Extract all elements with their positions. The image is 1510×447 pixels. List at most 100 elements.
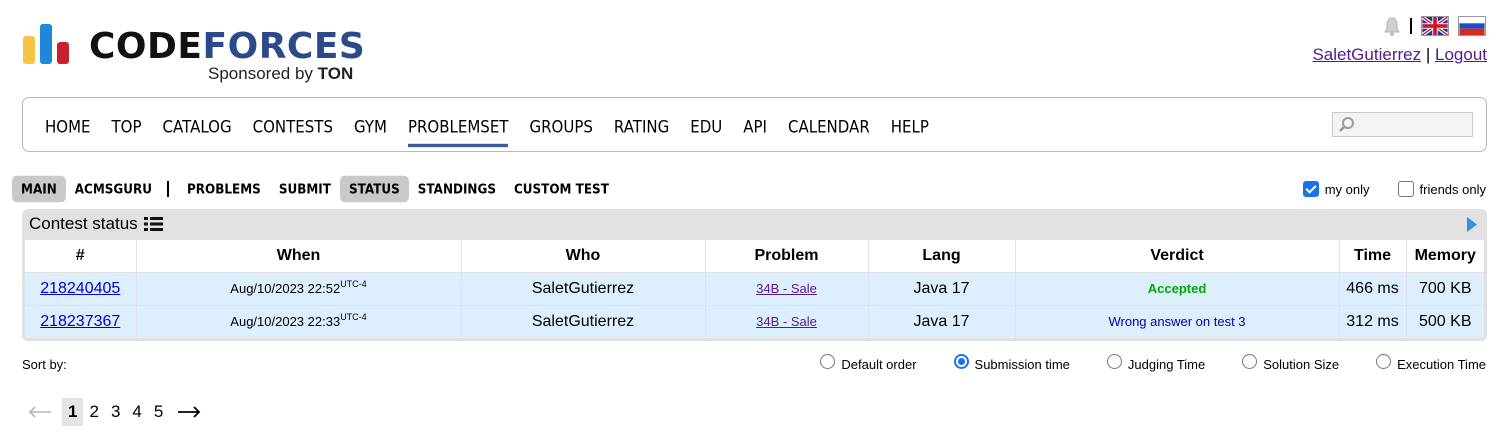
sort-default-radio[interactable] bbox=[820, 354, 836, 369]
user-links-separator: | bbox=[1425, 45, 1431, 64]
arrow-left-icon bbox=[28, 406, 51, 418]
menu-item-top[interactable]: TOP bbox=[112, 117, 142, 137]
logo-bars-icon bbox=[23, 22, 75, 64]
menu-item-catalog[interactable]: CATALOG bbox=[163, 117, 232, 137]
status-filters: my only friends only bbox=[1302, 181, 1486, 197]
submenu-problems[interactable]: PROBLEMS bbox=[178, 176, 270, 202]
sort-by-label: Sort by: bbox=[22, 357, 67, 372]
menu-item-contests[interactable]: CONTESTS bbox=[253, 117, 333, 137]
russian-flag-icon[interactable] bbox=[1458, 16, 1486, 36]
menu-item-api[interactable]: API bbox=[743, 117, 767, 137]
cell-problem: 34B - Sale bbox=[705, 305, 869, 339]
timezone-label: UTC-4 bbox=[340, 279, 367, 289]
sort-option-submission-time[interactable]: Submission time bbox=[953, 354, 1070, 372]
menu-item-edu[interactable]: EDU bbox=[690, 117, 722, 137]
english-flag-icon[interactable] bbox=[1421, 16, 1449, 36]
cell-time: 466 ms bbox=[1339, 272, 1407, 306]
username-link[interactable]: SaletGutierrez bbox=[1312, 45, 1421, 64]
timezone-label: UTC-4 bbox=[340, 312, 367, 322]
cell-who: SaletGutierrez bbox=[461, 305, 706, 339]
sort-option-default[interactable]: Default order bbox=[820, 354, 917, 372]
table-row: 218237367 Aug/10/2023 22:33UTC-4 SaletGu… bbox=[25, 305, 1484, 339]
col-header-lang: Lang bbox=[868, 240, 1016, 273]
submission-time: Aug/10/2023 22:52 bbox=[230, 281, 341, 296]
sort-judging-time-radio[interactable] bbox=[1106, 354, 1122, 369]
search-input[interactable] bbox=[1332, 112, 1473, 137]
cell-id: 218237367 bbox=[25, 305, 137, 339]
sort-option-execution-time[interactable]: Execution Time bbox=[1376, 354, 1486, 372]
menu-item-problemset[interactable]: PROBLEMSET bbox=[407, 117, 508, 148]
menu-item-calendar[interactable]: CALENDAR bbox=[788, 117, 870, 137]
list-icon[interactable] bbox=[143, 216, 163, 232]
sponsor-text: Sponsored by bbox=[208, 64, 313, 83]
col-header-memory: Memory bbox=[1406, 240, 1484, 273]
sort-solution-size-label: Solution Size bbox=[1263, 357, 1340, 372]
logo-text-forces: FORCES bbox=[202, 26, 366, 67]
submission-id-link[interactable]: 218240405 bbox=[40, 280, 120, 297]
status-table: # When Who Problem Lang Verdict Time Mem… bbox=[25, 240, 1484, 339]
bell-icon[interactable] bbox=[1383, 16, 1401, 36]
header: CODEFORCES Sponsored by TON SaletGutierr… bbox=[0, 0, 1510, 95]
submenu-main[interactable]: MAIN bbox=[12, 175, 66, 203]
problem-link[interactable]: 34B - Sale bbox=[756, 314, 817, 329]
cell-lang: Java 17 bbox=[868, 305, 1016, 339]
sort-execution-time-label: Execution Time bbox=[1397, 357, 1486, 372]
logo-wordmark: CODEFORCES bbox=[89, 27, 365, 67]
submenu-status[interactable]: STATUS bbox=[339, 175, 409, 203]
sort-options: Default order Submission time Judging Ti… bbox=[783, 354, 1486, 372]
cell-verdict: Accepted bbox=[1015, 272, 1340, 306]
my-only-checkbox[interactable] bbox=[1302, 181, 1319, 197]
menu-item-home[interactable]: HOME bbox=[45, 117, 91, 137]
col-header-time: Time bbox=[1339, 240, 1407, 273]
cell-verdict: Wrong answer on test 3 bbox=[1015, 305, 1340, 339]
sort-option-judging-time[interactable]: Judging Time bbox=[1106, 354, 1205, 372]
arrow-right-icon[interactable] bbox=[177, 405, 201, 419]
menu-item-groups[interactable]: GROUPS bbox=[529, 117, 592, 137]
cell-who: SaletGutierrez bbox=[461, 272, 706, 306]
cell-memory: 700 KB bbox=[1406, 272, 1484, 306]
logo-text-code: CODE bbox=[89, 26, 203, 67]
submission-id-link[interactable]: 218237367 bbox=[40, 313, 120, 330]
menu-item-help[interactable]: HELP bbox=[891, 117, 929, 137]
friends-only-checkbox[interactable] bbox=[1397, 181, 1414, 197]
sort-default-label: Default order bbox=[841, 357, 917, 372]
my-only-label: my only bbox=[1324, 181, 1370, 197]
sponsor-line: Sponsored by TON bbox=[208, 64, 353, 84]
main-menu: HOME TOP CATALOG CONTESTS GYM PROBLEMSET… bbox=[22, 97, 1487, 152]
menu-item-gym[interactable]: GYM bbox=[354, 117, 387, 137]
search-icon bbox=[1339, 117, 1354, 132]
status-title-text: Contest status bbox=[29, 214, 138, 233]
page-link-2[interactable]: 2 bbox=[83, 398, 104, 426]
sort-option-solution-size[interactable]: Solution Size bbox=[1242, 354, 1340, 372]
cell-id: 218240405 bbox=[25, 272, 137, 306]
submission-time: Aug/10/2023 22:33 bbox=[230, 314, 341, 329]
sort-solution-size-radio[interactable] bbox=[1242, 354, 1258, 369]
user-links: SaletGutierrez | Logout bbox=[1312, 45, 1487, 65]
sort-submission-time-radio[interactable] bbox=[953, 354, 969, 369]
col-header-who: Who bbox=[461, 240, 706, 273]
page-link-4[interactable]: 4 bbox=[126, 398, 147, 426]
cell-when: Aug/10/2023 22:52UTC-4 bbox=[136, 272, 462, 306]
contest-status-panel: Contest status # When Who Problem Lang V… bbox=[22, 209, 1487, 341]
submenu-standings[interactable]: STANDINGS bbox=[409, 176, 505, 202]
submenu-custom-test[interactable]: CUSTOM TEST bbox=[505, 176, 618, 202]
verdict-accepted: Accepted bbox=[1147, 280, 1207, 296]
col-header-id: # bbox=[25, 240, 137, 273]
lang-separator bbox=[1410, 18, 1412, 34]
cell-time: 312 ms bbox=[1339, 305, 1407, 339]
page-link-3[interactable]: 3 bbox=[105, 398, 126, 426]
sidebar-toggle-icon[interactable] bbox=[1467, 217, 1477, 232]
codeforces-logo[interactable]: CODEFORCES Sponsored by TON bbox=[23, 22, 383, 86]
submenu-acmsguru[interactable]: ACMSGURU bbox=[66, 176, 161, 202]
page-link-1[interactable]: 1 bbox=[62, 398, 84, 426]
logout-link[interactable]: Logout bbox=[1435, 45, 1487, 64]
verdict-wrong-answer[interactable]: Wrong answer on test 3 bbox=[1108, 314, 1245, 329]
submenu-submit[interactable]: SUBMIT bbox=[270, 176, 340, 202]
sort-execution-time-radio[interactable] bbox=[1376, 354, 1392, 369]
page-link-5[interactable]: 5 bbox=[148, 398, 169, 426]
cell-when: Aug/10/2023 22:33UTC-4 bbox=[136, 305, 462, 339]
menu-item-rating[interactable]: RATING bbox=[614, 117, 669, 137]
cell-memory: 500 KB bbox=[1406, 305, 1484, 339]
friends-only-label: friends only bbox=[1419, 181, 1486, 197]
problem-link[interactable]: 34B - Sale bbox=[756, 281, 817, 296]
